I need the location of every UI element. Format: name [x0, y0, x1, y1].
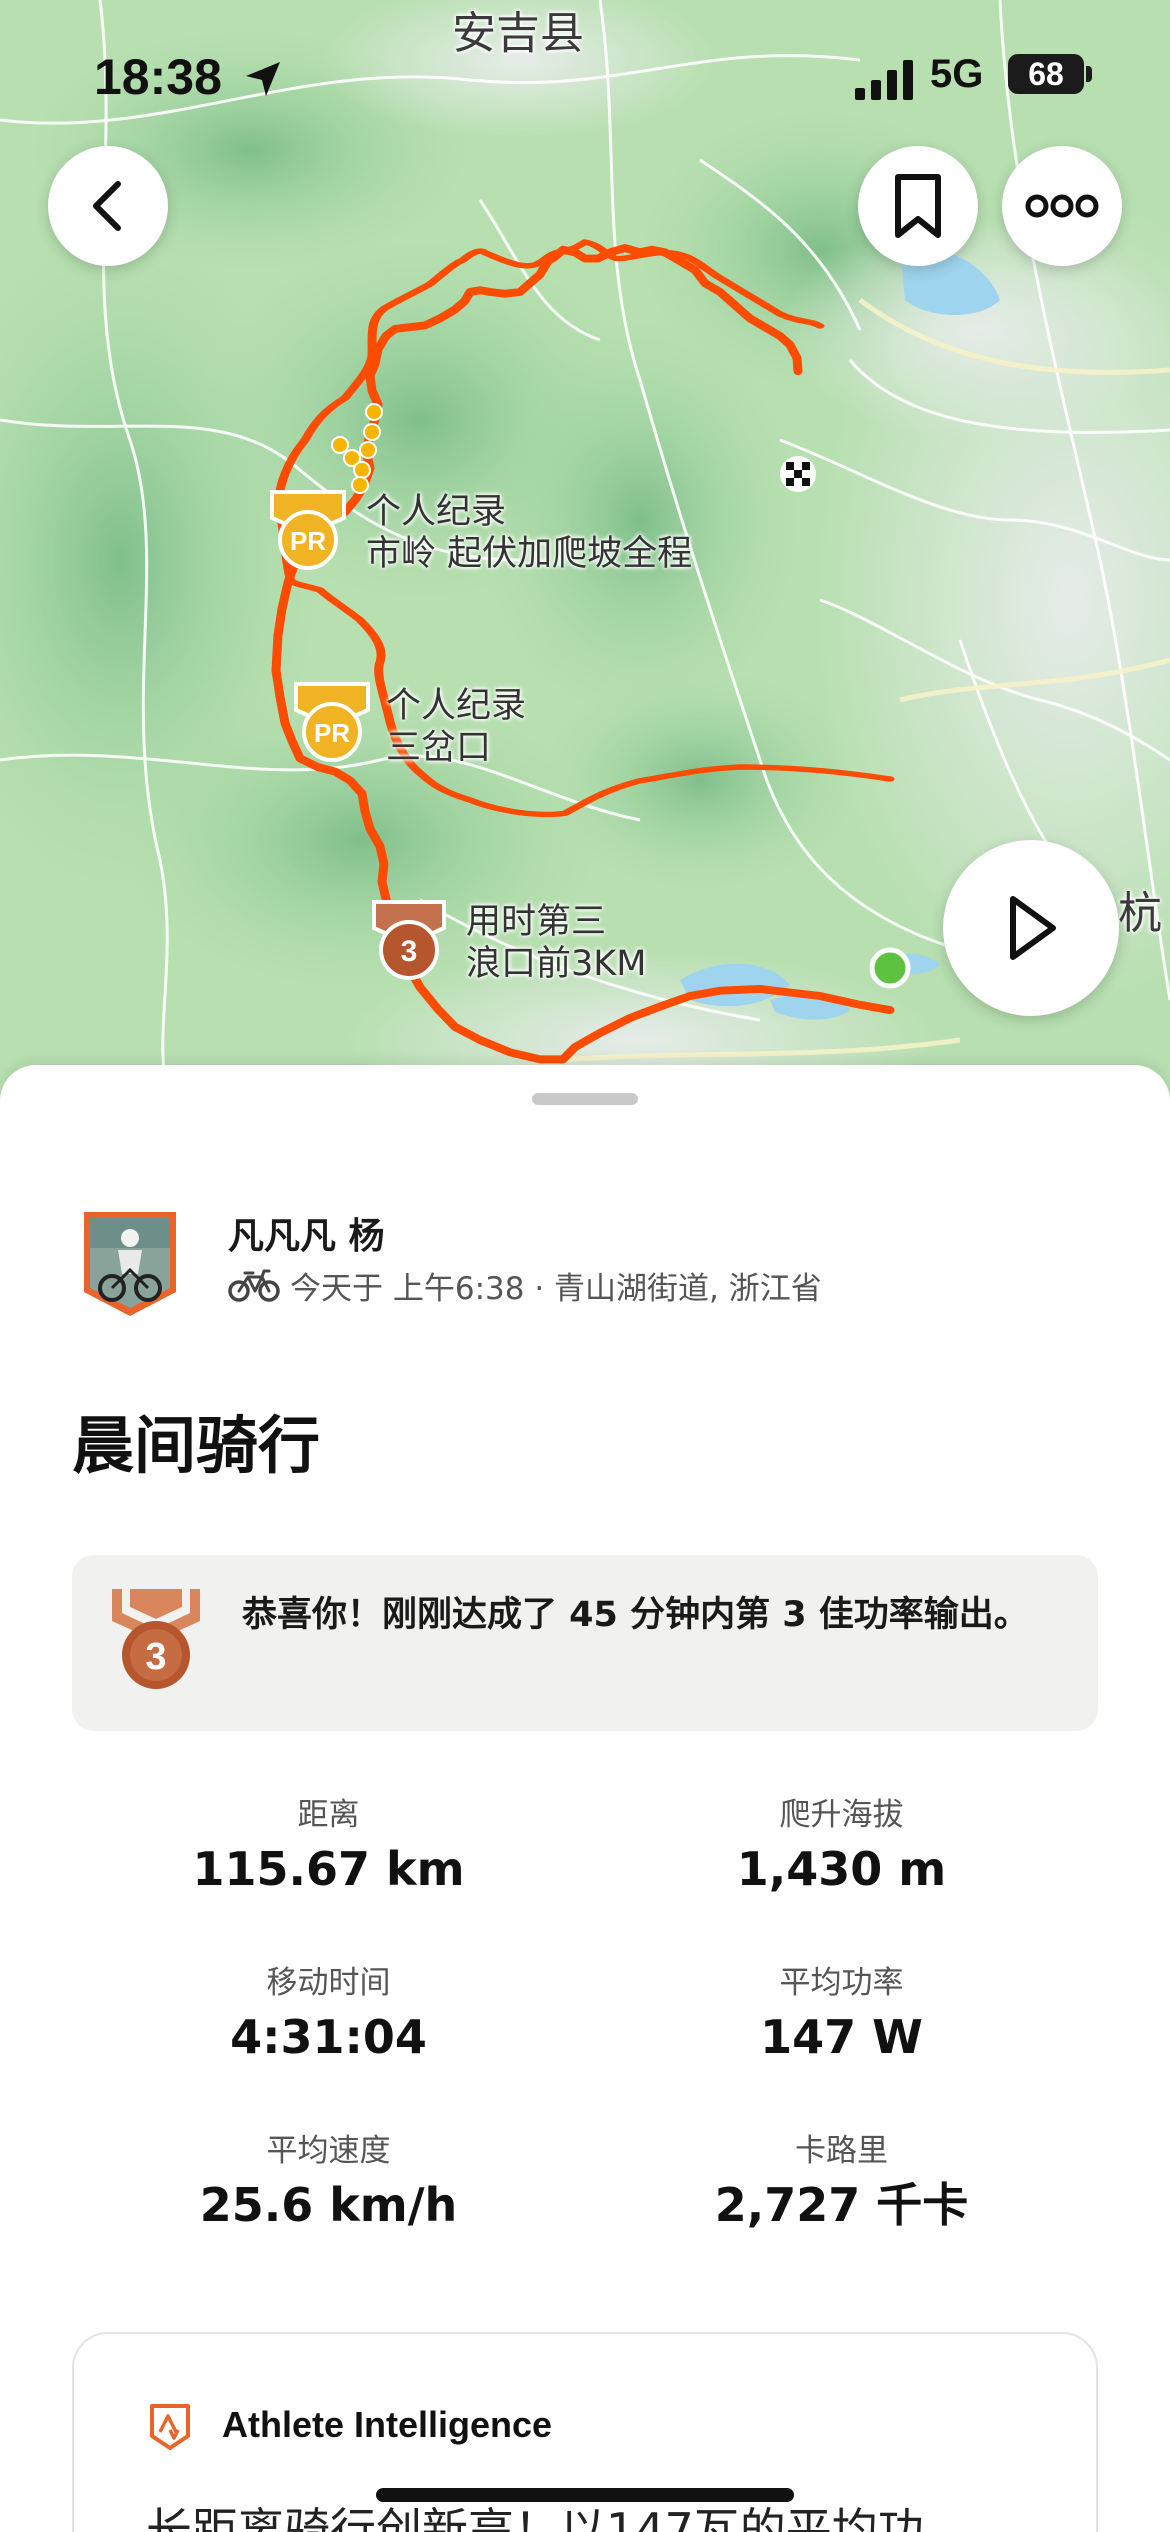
network-type: 5G	[930, 52, 984, 96]
stat-label: 平均功率	[779, 1965, 904, 2001]
location-arrow-icon	[246, 62, 280, 96]
back-button[interactable]	[48, 146, 168, 266]
svg-text:PR: PR	[314, 718, 350, 748]
achievement-text: 恭喜你！刚刚达成了 45 分钟内第 3 佳功率输出。	[242, 1595, 1029, 1635]
segment-label-2-title: 个人纪录	[386, 686, 527, 726]
battery-tip	[1086, 66, 1092, 82]
segment-label-2-name: 三岔口	[386, 728, 492, 768]
home-indicator[interactable]	[376, 2488, 794, 2502]
svg-text:PR: PR	[290, 526, 326, 556]
stat-avg-power: 平均功率 147 W	[585, 1963, 1098, 2067]
stat-value: 4:31:04	[230, 2010, 427, 2064]
athlete-intelligence-title: Athlete Intelligence	[222, 2404, 553, 2445]
more-icon	[1025, 194, 1099, 218]
avatar[interactable]	[80, 1208, 180, 1318]
play-icon	[1010, 896, 1056, 960]
stat-elevation-gain: 爬升海拔 1,430 m	[585, 1795, 1098, 1899]
stat-moving-time: 移动时间 4:31:04	[72, 1963, 585, 2067]
stat-value: 1,430 m	[736, 1842, 947, 1896]
stat-distance: 距离 115.67 km	[72, 1795, 585, 1899]
achievement-banner[interactable]: 3 恭喜你！刚刚达成了 45 分钟内第 3 佳功率输出。	[72, 1555, 1098, 1731]
stat-label: 爬升海拔	[779, 1797, 904, 1833]
stat-value: 147 W	[760, 2010, 923, 2064]
stat-label: 平均速度	[266, 2133, 391, 2169]
stat-label: 移动时间	[266, 1965, 391, 2001]
svg-text:3: 3	[401, 935, 418, 968]
stat-label: 卡路里	[795, 2133, 888, 2169]
bronze-medal-badge[interactable]: 3	[370, 898, 448, 982]
stat-calories: 卡路里 2,727 千卡	[585, 2131, 1098, 2235]
bike-icon	[228, 1269, 280, 1302]
stat-value: 25.6 km/h	[199, 2178, 458, 2232]
pr-badge[interactable]: PR	[268, 488, 348, 572]
athlete-intelligence-card[interactable]: Athlete Intelligence 长距离骑行创新高！以147瓦的平均功	[72, 2332, 1098, 2532]
segment-label-1-title: 个人纪录	[366, 492, 507, 532]
more-options-button[interactable]	[1002, 146, 1122, 266]
map-label-city: 杭	[1118, 888, 1162, 939]
chevron-left-icon	[93, 181, 121, 231]
status-bar: 18:38 5G 68	[0, 48, 1170, 112]
segment-label-3-title: 用时第三	[466, 902, 607, 942]
route-map[interactable]: PR PR 3 安吉县 杭 个人纪录 市岭 起伏加爬坡全程 个人纪录 三岔口 用…	[0, 0, 1170, 1100]
athlete-intelligence-logo-icon	[150, 2404, 190, 2450]
bookmark-icon	[895, 174, 941, 238]
battery-indicator: 68	[1008, 54, 1084, 94]
activity-meta-text: 今天于 上午6:38 · 青山湖街道, 浙江省	[290, 1270, 822, 1307]
stat-value: 2,727 千卡	[714, 2178, 969, 2232]
sheet-grabber[interactable]	[532, 1093, 638, 1105]
start-marker	[869, 947, 911, 989]
finish-flag-icon	[780, 456, 816, 492]
segment-label-3-name: 浪口前3KM	[466, 944, 647, 984]
stat-value: 115.67 km	[192, 1842, 465, 1896]
activity-meta: 今天于 上午6:38 · 青山湖街道, 浙江省	[228, 1263, 822, 1307]
bronze-medal-icon: 3	[112, 1589, 200, 1689]
pr-badge[interactable]: PR	[292, 680, 372, 764]
activity-sheet[interactable]: 凡凡凡 杨 今天于 上午6:38 · 青山湖街道, 浙江省 晨间骑行 3 恭喜你…	[0, 1065, 1170, 2532]
segment-label-1-name: 市岭 起伏加爬坡全程	[366, 534, 693, 574]
svg-text:3: 3	[145, 1636, 166, 1678]
athlete-name[interactable]: 凡凡凡 杨	[228, 1207, 385, 1259]
stat-label: 距离	[297, 1797, 360, 1833]
stat-avg-speed: 平均速度 25.6 km/h	[72, 2131, 585, 2235]
signal-icon	[855, 60, 913, 100]
status-time: 18:38	[94, 49, 222, 105]
flyover-play-button[interactable]	[943, 840, 1119, 1016]
bookmark-button[interactable]	[858, 146, 978, 266]
activity-title: 晨间骑行	[72, 1409, 321, 1482]
